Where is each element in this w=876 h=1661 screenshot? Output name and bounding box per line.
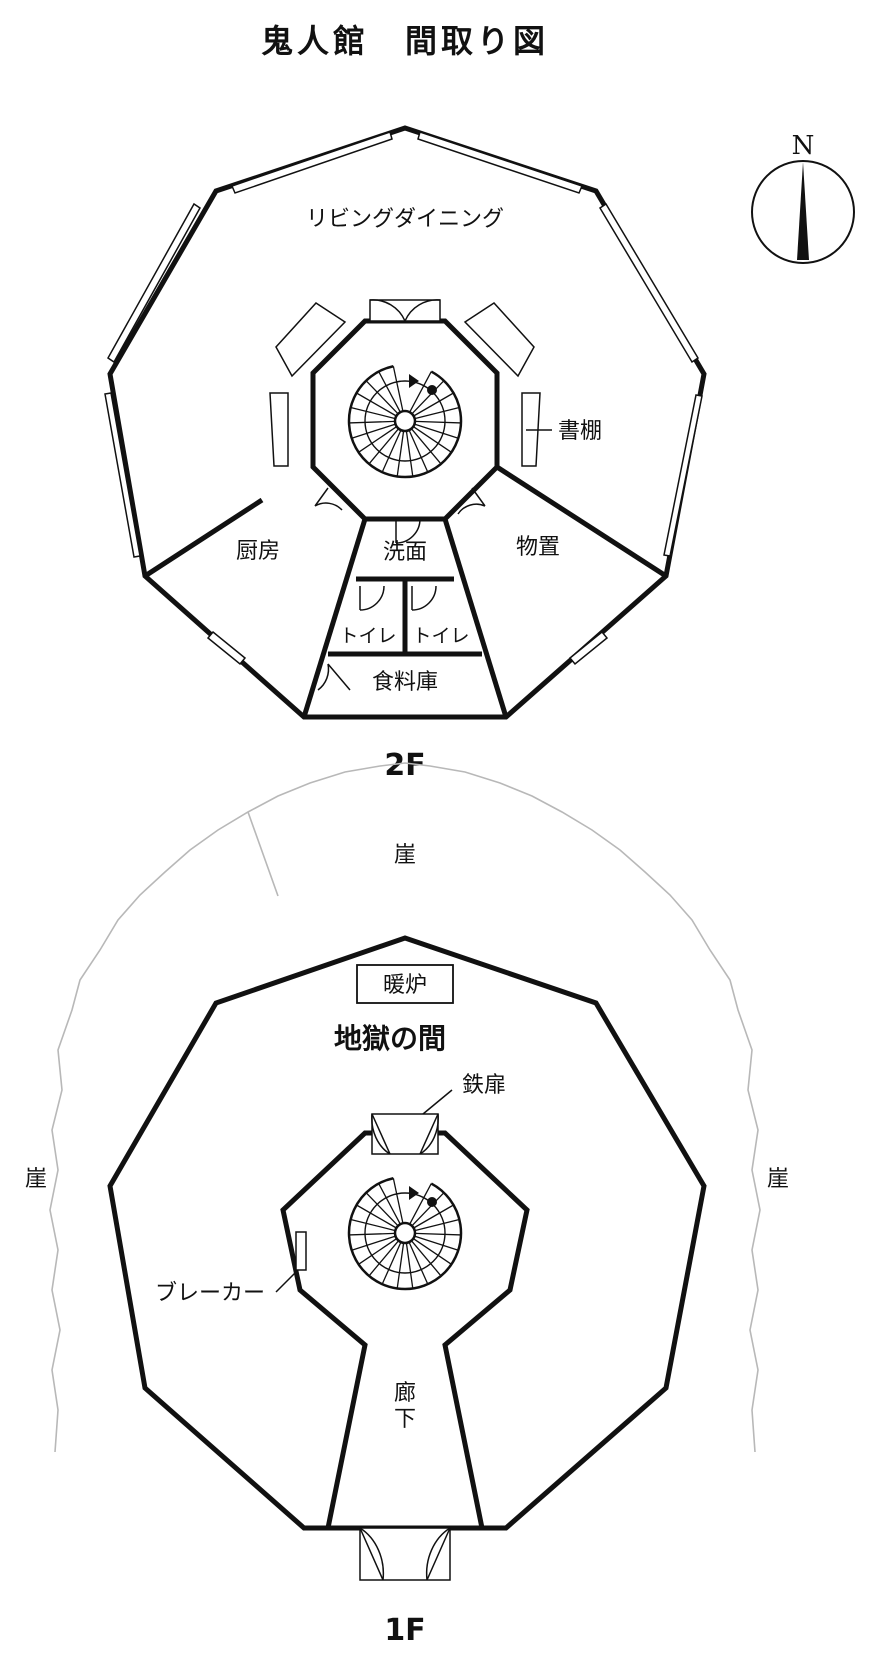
stair-start-dot	[427, 1197, 437, 1207]
stair-tread	[392, 366, 404, 412]
label-storage: 物置	[516, 535, 560, 560]
floor-2-plan: リビングダイニング 書棚 厨房 洗面 物置 トイレ トイレ 食料庫 2F	[104, 125, 707, 783]
label-breaker: ブレーカー	[155, 1281, 265, 1306]
iron-door	[371, 1113, 439, 1155]
label-hell-room: 地獄の間	[334, 1022, 446, 1055]
label-iron-door: 鉄扉	[462, 1073, 506, 1098]
compass: N	[751, 131, 855, 264]
label-washroom: 洗面	[383, 540, 427, 565]
stair-tread	[411, 380, 445, 415]
breaker-box	[295, 1231, 307, 1271]
plan-title: 鬼人館 間取り図	[261, 22, 549, 60]
stair-tread	[378, 1183, 401, 1225]
label-bookshelf: 書棚	[558, 419, 602, 444]
label-pantry: 食料庫	[372, 670, 438, 695]
floor-1-label: 1F	[384, 1613, 425, 1648]
stair-tread	[350, 406, 396, 420]
label-toilet-left: トイレ	[339, 625, 396, 647]
stair-tread	[413, 392, 454, 417]
stair-tread	[414, 406, 460, 420]
stair-tread	[392, 1178, 404, 1224]
stair-hall-wall-1f	[280, 1130, 530, 1531]
stair-tread	[349, 420, 396, 424]
stair-tread	[414, 420, 461, 424]
stair-direction-arrow-icon	[409, 1186, 419, 1200]
stair-tread	[350, 1218, 396, 1232]
spiral-staircase-1f	[347, 1176, 463, 1291]
label-cliff-top: 崖	[394, 843, 416, 868]
label-corridor-1: 廊	[394, 1381, 416, 1406]
kitchen-wall	[143, 497, 264, 579]
stair-tread	[356, 392, 397, 417]
entrance-door	[359, 1527, 451, 1581]
floor-1-plan: 崖 崖 崖 暖炉 地獄の間 鉄扉 ブレーカー 廊 下 1F	[25, 762, 789, 1648]
stair-tread	[411, 1192, 445, 1227]
stair-tread	[413, 1204, 454, 1229]
label-kitchen: 厨房	[236, 539, 280, 564]
label-cliff-left: 崖	[25, 1167, 47, 1192]
breaker-leader	[275, 1271, 297, 1293]
service-wall-left	[301, 518, 368, 718]
label-toilet-right: トイレ	[412, 625, 469, 647]
stair-tread	[365, 1192, 399, 1227]
label-cliff-right: 崖	[767, 1167, 789, 1192]
stair-tread	[414, 1218, 460, 1232]
stair-tread	[378, 371, 401, 413]
spiral-staircase-2f	[347, 365, 463, 479]
stair-tread	[349, 1232, 396, 1236]
label-living-dining: リビングダイニング	[306, 207, 504, 232]
label-corridor-2: 下	[394, 1407, 416, 1432]
stair-tread	[414, 1232, 461, 1236]
floor-plan-canvas: 鬼人館 間取り図 N リビングダイニング 書棚 厨房 洗面 物置 トイレ トイレ…	[25, 22, 855, 1648]
double-door-north-2f	[369, 299, 441, 322]
iron-door-leader	[422, 1089, 453, 1115]
service-wall-right	[442, 518, 509, 718]
stair-tread	[365, 380, 399, 415]
north-arrow-icon	[797, 162, 809, 260]
stair-start-dot	[427, 385, 437, 395]
label-fireplace: 暖炉	[383, 973, 427, 998]
compass-north-label: N	[792, 131, 815, 161]
stair-tread	[356, 1204, 397, 1229]
stair-direction-arrow-icon	[409, 374, 419, 388]
